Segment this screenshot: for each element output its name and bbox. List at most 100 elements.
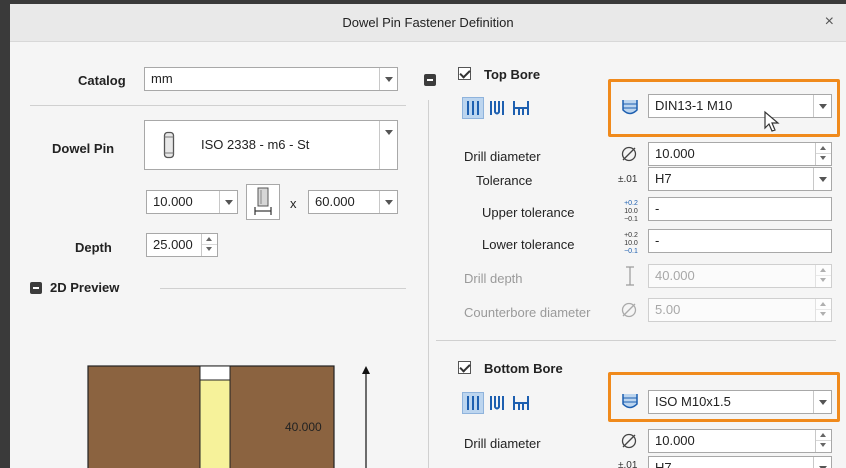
bottom-bore-label: Bottom Bore [484, 361, 563, 376]
preview-pin [199, 365, 231, 468]
dowel-pin-value: ISO 2338 - m6 - St [201, 137, 310, 152]
bottom-tolerance-icon: ±.01 [618, 460, 638, 468]
lower-tol-icon-top: +0.2 [624, 232, 638, 239]
drill-depth-label: Drill depth [464, 271, 523, 286]
title-bar: Dowel Pin Fastener Definition × [10, 4, 846, 42]
upper-tol-icon-bottom: −0.1 [624, 216, 638, 223]
pin-diameter-dropdown[interactable]: 10.000 [146, 190, 238, 214]
depth-label: Depth [75, 240, 112, 255]
bore-type-through-button[interactable] [462, 97, 484, 119]
bottom-bore-type-counterbore-button[interactable] [510, 392, 532, 414]
pane-divider [428, 100, 429, 468]
upper-tolerance-input[interactable]: - [648, 197, 832, 221]
bottom-drill-diameter-input[interactable]: 10.000 [648, 429, 832, 453]
divider [30, 105, 406, 106]
dowel-pin-dropdown[interactable]: ISO 2338 - m6 - St [144, 120, 398, 170]
chevron-down-icon [813, 95, 831, 117]
times-symbol: x [290, 196, 297, 211]
drill-diameter-label: Drill diameter [464, 149, 541, 164]
catalog-value: mm [151, 71, 173, 86]
bottom-bore-standard-dropdown[interactable]: ISO M10x1.5 [648, 390, 832, 414]
chevron-down-icon [813, 457, 831, 468]
dialog: Dowel Pin Fastener Definition × Catalog … [10, 4, 846, 468]
bottom-drill-diameter-spinner[interactable] [815, 430, 831, 452]
drill-diameter-value: 10.000 [655, 146, 695, 161]
chevron-down-icon [379, 191, 397, 213]
top-bore-label: Top Bore [484, 67, 541, 82]
drill-diameter-spinner[interactable] [815, 143, 831, 165]
pin-length-dropdown[interactable]: 60.000 [308, 190, 398, 214]
chevron-down-icon [219, 191, 237, 213]
bore-blind-icon [490, 396, 504, 410]
drill-depth-spinner[interactable] [815, 265, 831, 287]
collapse-preview-icon[interactable] [30, 282, 42, 294]
bottom-bore-checkbox[interactable] [458, 361, 471, 374]
thread-standard-icon [622, 100, 638, 115]
bottom-tolerance-value: H7 [655, 460, 672, 468]
top-bore-checkbox[interactable] [458, 67, 471, 80]
bottom-bore-standard-value: ISO M10x1.5 [655, 394, 731, 409]
dowel-pin-icon [163, 131, 175, 159]
collapse-top-bore-icon[interactable] [424, 74, 436, 86]
bore-through-icon [467, 396, 479, 410]
top-bore-standard-value: DIN13-1 M10 [655, 98, 733, 113]
lower-tol-icon-bottom: −0.1 [624, 248, 638, 255]
tolerance-value: H7 [655, 171, 672, 186]
bore-type-counterbore-button[interactable] [510, 97, 532, 119]
thread-standard-icon [622, 394, 638, 409]
diameter-icon [621, 433, 637, 449]
drill-diameter-input[interactable]: 10.000 [648, 142, 832, 166]
pin-dimension-button[interactable] [246, 184, 280, 220]
upper-tolerance-icon: +0.2 10.0 −0.1 [618, 200, 644, 224]
bottom-drill-diameter-value: 10.000 [655, 433, 695, 448]
lower-tolerance-icon: +0.2 10.0 −0.1 [618, 232, 644, 256]
upper-tolerance-value: - [655, 201, 660, 216]
depth-spinner[interactable] [201, 234, 217, 256]
lower-tolerance-input[interactable]: - [648, 229, 832, 253]
chevron-down-icon [813, 391, 831, 413]
dialog-title: Dowel Pin Fastener Definition [342, 15, 514, 30]
counterbore-diameter-value: 5.00 [655, 302, 681, 317]
chevron-down-icon [379, 121, 397, 169]
bore-counterbore-icon [513, 396, 529, 410]
lower-tol-icon-mid: 10.0 [624, 240, 638, 247]
divider [436, 340, 836, 341]
top-bore-standard-dropdown[interactable]: DIN13-1 M10 [648, 94, 832, 118]
bore-through-icon [467, 101, 479, 115]
preview-top-gap [199, 365, 231, 381]
preview-dimension-arrow [362, 366, 370, 374]
close-icon[interactable]: × [825, 13, 834, 31]
bottom-bore-type-blind-button[interactable] [486, 392, 508, 414]
mouse-cursor-icon [764, 110, 780, 132]
bore-counterbore-icon [513, 101, 529, 115]
bottom-tolerance-dropdown[interactable]: H7 [648, 456, 832, 468]
tolerance-dropdown[interactable]: H7 [648, 167, 832, 191]
lower-tolerance-label: Lower tolerance [482, 237, 575, 252]
catalog-label: Catalog [78, 73, 126, 88]
tolerance-label: Tolerance [476, 173, 533, 188]
preview-drawing [87, 365, 370, 468]
diameter-icon [621, 302, 637, 318]
bottom-bore-type-through-button[interactable] [462, 392, 484, 414]
divider [160, 288, 406, 289]
drill-depth-value: 40.000 [655, 268, 695, 283]
drill-depth-input[interactable]: 40.000 [648, 264, 832, 288]
counterbore-diameter-label: Counterbore diameter [464, 305, 591, 320]
pin-diameter-value: 10.000 [153, 194, 193, 209]
chevron-down-icon [813, 168, 831, 190]
bore-type-blind-button[interactable] [486, 97, 508, 119]
depth-icon [626, 266, 634, 286]
preview-dimension-value: 40.000 [285, 420, 322, 434]
depth-value: 25.000 [153, 237, 193, 252]
upper-tol-icon-top: +0.2 [624, 200, 638, 207]
preview-label: 2D Preview [50, 280, 120, 295]
depth-input[interactable]: 25.000 [146, 233, 218, 257]
counterbore-spinner[interactable] [815, 299, 831, 321]
diameter-icon [621, 146, 637, 162]
bottom-drill-diameter-label: Drill diameter [464, 436, 541, 451]
chevron-down-icon [379, 68, 397, 90]
bore-blind-icon [490, 101, 504, 115]
catalog-dropdown[interactable]: mm [144, 67, 398, 91]
counterbore-diameter-input[interactable]: 5.00 [648, 298, 832, 322]
pin-length-value: 60.000 [315, 194, 355, 209]
